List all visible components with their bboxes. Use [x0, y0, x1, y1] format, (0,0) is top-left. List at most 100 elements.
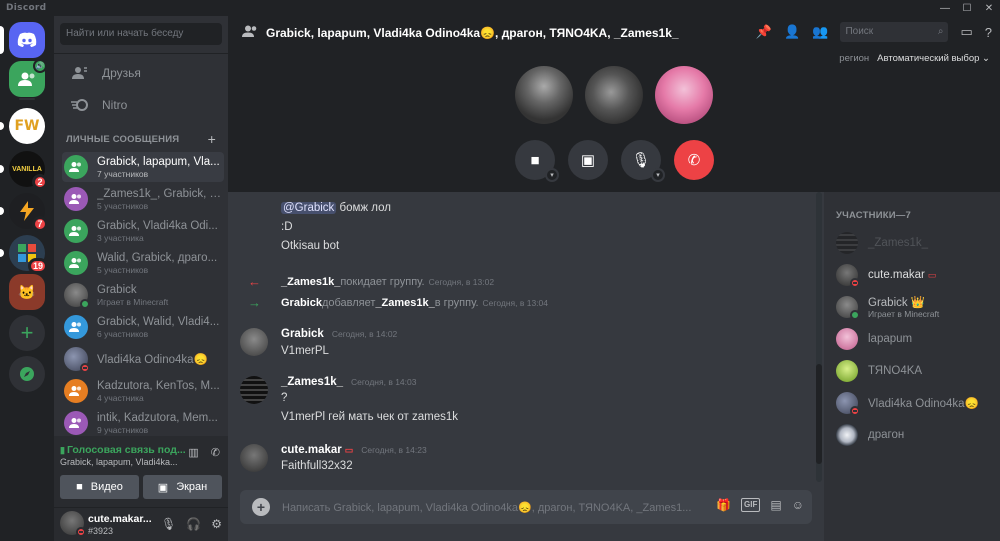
server-bolt[interactable]: 7	[0, 193, 48, 232]
microphone-icon[interactable]: 🎙	[161, 517, 176, 531]
video-button[interactable]: ■ Видео	[60, 475, 139, 499]
user-mention[interactable]: @Grabick	[281, 202, 337, 214]
inbox-icon[interactable]: ▭	[960, 24, 972, 40]
member-list-icon[interactable]: 👥	[812, 24, 828, 40]
dm-item[interactable]: _Zames1k_, Grabick, V... 5 участников	[62, 184, 224, 214]
dm-name: Kadzutora, KenTos, M...	[97, 379, 220, 392]
system-action: покидает группу.	[340, 275, 425, 288]
author-name[interactable]: Grabick	[281, 328, 324, 340]
member-item[interactable]: lapapum	[836, 324, 996, 354]
maximize-button[interactable]: ☐	[956, 0, 978, 16]
disconnect-icon[interactable]: ✆	[211, 446, 220, 459]
member-item[interactable]: ТЯNO4KA	[836, 356, 996, 386]
pin-icon[interactable]: 📌	[756, 24, 772, 40]
dm-item[interactable]: Grabick, lapapum, Vla... 7 участников	[62, 152, 224, 182]
dm-item[interactable]: Grabick Играет в Minecraft	[62, 280, 224, 310]
close-window-button[interactable]: ✕	[978, 0, 1000, 16]
member-item[interactable]: Vladi4ka Odino4ka😞	[836, 388, 996, 418]
server-vanilla[interactable]: VANILLA 2	[0, 151, 48, 190]
screen-share-button[interactable]: ▣ Экран	[143, 475, 222, 499]
window-controls: — ☐ ✕	[934, 0, 1000, 16]
region-selector[interactable]: регион Автоматический выбор ⌄	[839, 53, 990, 64]
dm-name: Grabick, lapapum, Vla...	[97, 155, 220, 168]
member-item[interactable]: _Zames1k_	[836, 228, 996, 258]
member-avatar	[836, 360, 858, 382]
user-avatar[interactable]	[60, 511, 86, 537]
add-friend-icon[interactable]: 👤	[784, 24, 800, 40]
nav-nitro[interactable]: Nitro	[62, 91, 222, 119]
dm-name: Grabick	[97, 283, 137, 296]
unread-pill	[0, 207, 4, 215]
system-user[interactable]: _Zames1k_	[281, 276, 340, 288]
message-avatar[interactable]	[240, 328, 268, 356]
settings-gear-icon[interactable]: ⚙	[211, 517, 222, 531]
chat-scrollbar[interactable]	[816, 192, 822, 482]
dm-search-input[interactable]: Найти или начать беседу	[60, 23, 222, 45]
scrollbar-thumb[interactable]	[816, 364, 822, 464]
headphones-icon[interactable]: 🎧	[186, 517, 201, 531]
dm-name: Grabick, Walid, Vladi4...	[97, 315, 220, 328]
server-games[interactable]: 19	[0, 235, 48, 274]
noise-suppression-icon[interactable]: ▥	[188, 446, 198, 459]
add-server-button[interactable]: +	[9, 315, 45, 351]
group-icon	[18, 72, 35, 86]
message-text: ?	[281, 392, 288, 404]
author-name[interactable]: _Zames1k_	[281, 376, 343, 388]
explore-servers-button[interactable]	[9, 356, 45, 392]
server-fw[interactable]: FW	[0, 108, 45, 144]
toggle-camera-button[interactable]: ■ ▾	[515, 140, 559, 182]
member-item[interactable]: cute.makar ▭	[836, 260, 996, 290]
toggle-mute-button[interactable]: 🎙 ▾	[621, 140, 665, 182]
compass-icon	[20, 367, 34, 381]
create-dm-button[interactable]: +	[208, 132, 216, 146]
server-voice-active[interactable]: 🔊	[9, 59, 47, 97]
gif-icon[interactable]: GIF	[741, 498, 761, 512]
call-participant-avatar[interactable]	[585, 66, 643, 124]
member-item[interactable]: драгон	[836, 420, 996, 450]
sticker-icon[interactable]: ▤	[770, 498, 781, 512]
system-target[interactable]: _Zames1k_	[375, 297, 434, 309]
message-input[interactable]: Написать Grabick, lapapum, Vladi4ka Odin…	[282, 501, 694, 514]
message-avatar[interactable]	[240, 376, 268, 404]
screen-label: Экран	[176, 481, 208, 493]
server-cats[interactable]: 🐱	[9, 274, 45, 310]
author-name[interactable]: cute.makar	[281, 444, 342, 456]
dm-item[interactable]: Walid, Grabick, драго... 5 участников	[62, 248, 224, 278]
home-button[interactable]	[0, 22, 45, 58]
nitro-badge-icon: ▭	[927, 270, 937, 280]
timestamp: Сегодня, в 13:04	[482, 297, 548, 308]
system-action: добавляет	[321, 296, 376, 309]
message-avatar[interactable]	[240, 444, 268, 472]
unread-pill	[0, 165, 4, 173]
dm-item[interactable]: intik, Kadzutora, Mem... 9 участников	[62, 408, 224, 438]
dm-name: Vladi4ka Odino4ka😞	[97, 354, 208, 366]
call-participant-avatar[interactable]	[655, 66, 713, 124]
message-composer[interactable]: + Написать Grabick, lapapum, Vladi4ka Od…	[240, 490, 812, 524]
member-list-header: УЧАСТНИКИ—7	[836, 210, 911, 221]
help-icon[interactable]: ?	[985, 25, 992, 40]
gift-icon[interactable]: 🎁	[716, 498, 731, 512]
member-item[interactable]: Grabick 👑 Играет в Minecraft	[836, 292, 996, 322]
minimize-button[interactable]: —	[934, 0, 956, 16]
message-list: @Grabick бомж лол :D Otkisau bot ← _Zame…	[228, 192, 824, 487]
chevron-down-icon[interactable]: ▾	[651, 168, 665, 182]
emoji-icon[interactable]: ☺	[792, 498, 804, 512]
system-user[interactable]: Grabick	[281, 297, 322, 309]
dm-item[interactable]: Grabick, Vladi4ka Odi... 3 участника	[62, 216, 224, 246]
header-search-input[interactable]: Поиск ⌕	[840, 22, 949, 42]
call-participant-avatar[interactable]	[515, 66, 573, 124]
call-area: регион Автоматический выбор ⌄ ■ ▾ ▣ 🎙 ▾ ✆	[228, 50, 1000, 192]
main-area: Grabick, lapapum, Vladi4ka Odino4ka😞, др…	[228, 16, 1000, 541]
share-screen-button[interactable]: ▣	[568, 140, 608, 180]
unread-pill	[0, 249, 4, 257]
nav-nitro-label: Nitro	[102, 98, 128, 112]
dm-sub: 6 участников	[97, 328, 149, 339]
chevron-down-icon[interactable]: ▾	[545, 168, 559, 182]
dm-item[interactable]: Vladi4ka Odino4ka😞	[62, 344, 224, 374]
selected-pill	[0, 26, 4, 54]
leave-call-button[interactable]: ✆	[674, 140, 714, 180]
nav-friends[interactable]: Друзья	[62, 59, 222, 87]
attach-plus-button[interactable]: +	[252, 498, 270, 516]
dm-item[interactable]: Kadzutora, KenTos, M... 4 участника	[62, 376, 224, 406]
dm-item[interactable]: Grabick, Walid, Vladi4... 6 участников	[62, 312, 224, 342]
